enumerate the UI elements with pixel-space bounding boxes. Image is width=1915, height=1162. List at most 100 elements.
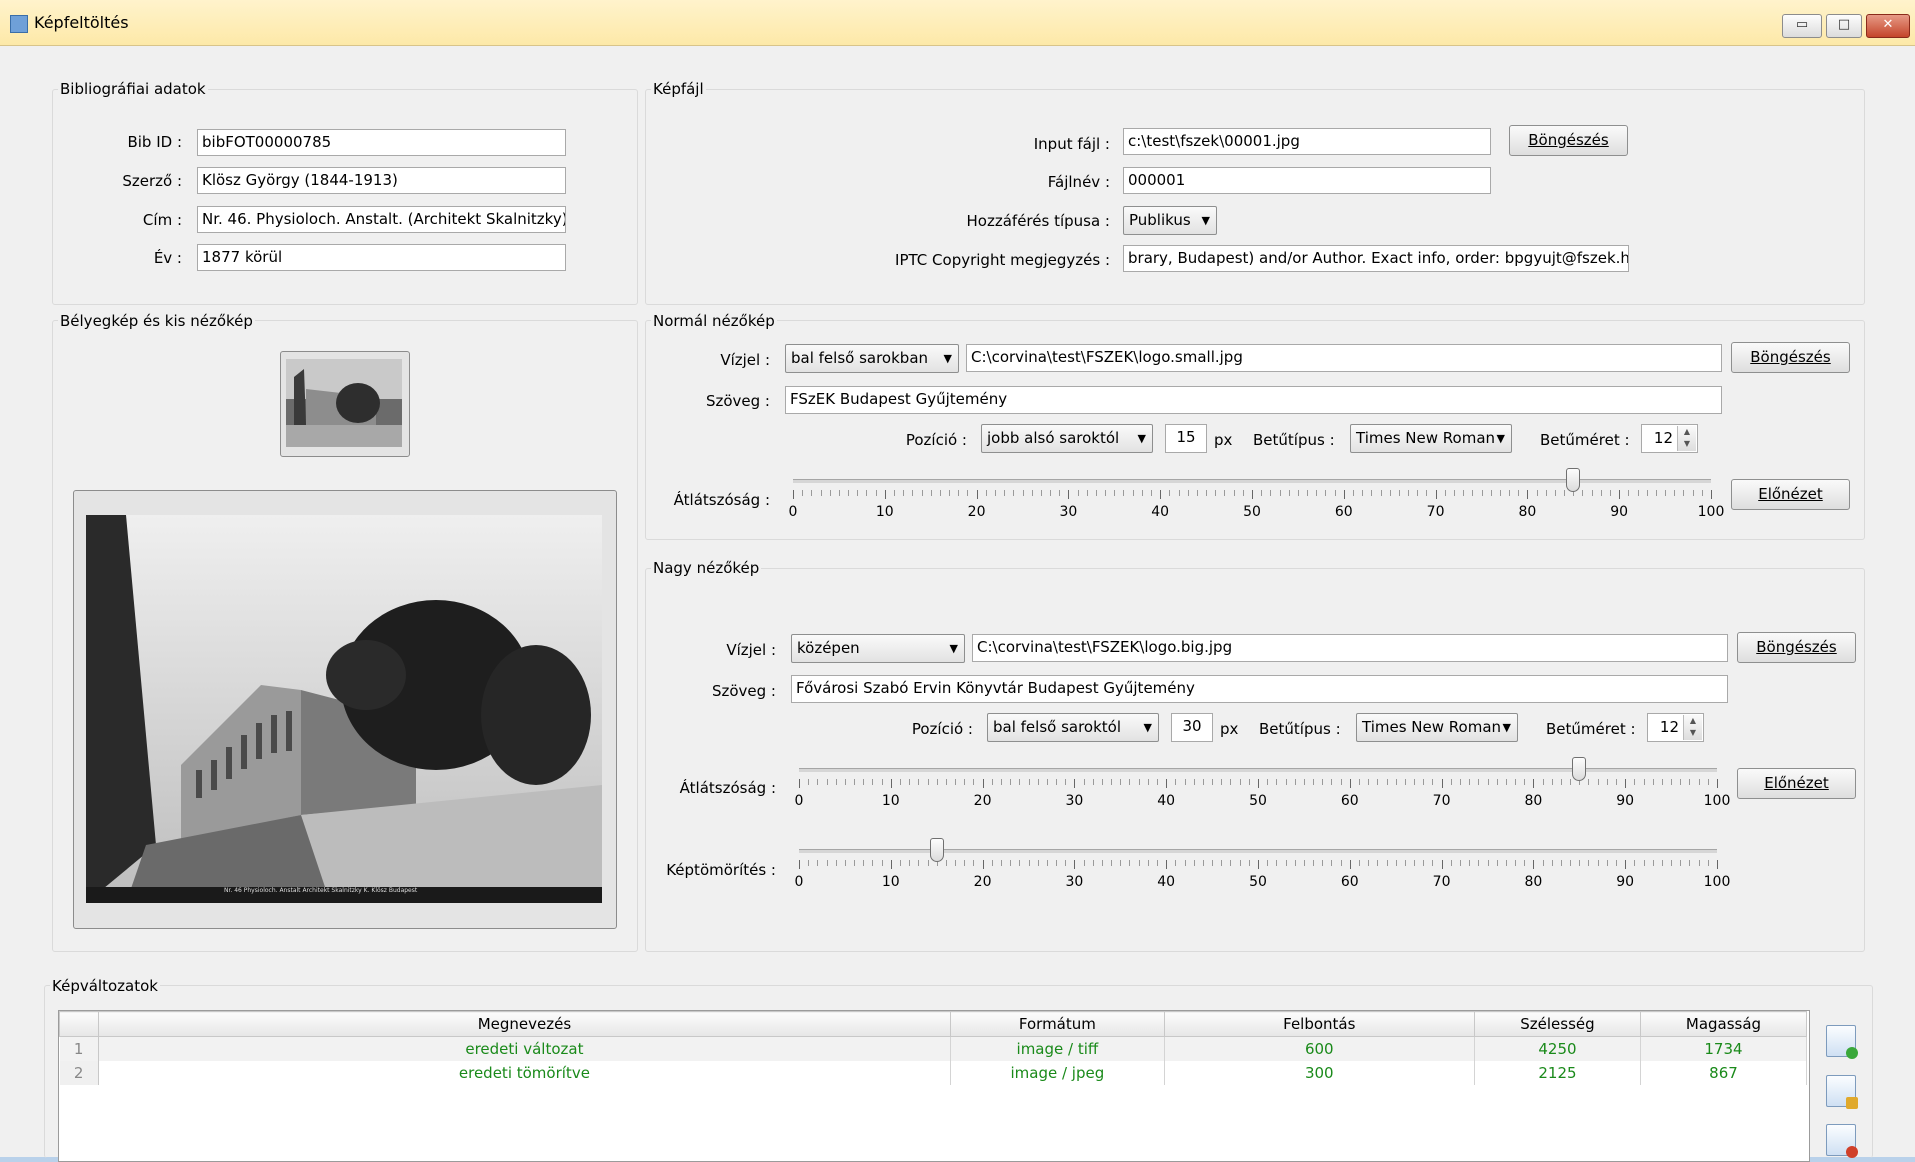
filename-field[interactable]: 000001 (1123, 167, 1491, 194)
close-button[interactable]: ✕ (1866, 14, 1910, 38)
slider-tick-label: 0 (794, 874, 804, 890)
slider-tick (1157, 860, 1159, 866)
large-opacity-slider[interactable]: 0 10 20 30 40 50 60 70 80 90 100 (795, 757, 1730, 817)
bibid-label: Bib ID : (127, 133, 182, 151)
slider-tick (1288, 490, 1290, 496)
compression-slider[interactable]: 0 10 20 30 40 50 60 70 80 90 100 (795, 838, 1730, 898)
slider-tick (1524, 860, 1526, 866)
normal-text-field[interactable]: FSzEK Budapest Gyűjtemény (785, 386, 1722, 414)
slider-tick (1515, 779, 1517, 785)
normal-offset-field[interactable]: 15 (1165, 424, 1207, 453)
normal-preview-button[interactable]: Előnézet (1731, 479, 1850, 510)
file-browse-button[interactable]: Böngészés (1509, 125, 1628, 156)
slider-tick (1101, 779, 1103, 785)
normal-opacity-slider[interactable]: 0 10 20 30 40 50 60 70 80 90 100 (789, 468, 1724, 528)
slider-tick-label: 40 (1157, 874, 1176, 890)
large-preview-button[interactable]: Előnézet (1737, 768, 1856, 799)
table-row[interactable]: 1 eredeti változat image / tiff 600 4250… (59, 1036, 1808, 1061)
cell-height[interactable]: 1734 (1640, 1036, 1808, 1061)
large-text-field[interactable]: Fővárosi Szabó Ervin Könyvtár Budapest G… (791, 675, 1728, 703)
author-field[interactable]: Klösz György (1844-1913) (197, 167, 566, 194)
slider-tick (863, 779, 865, 785)
slider-tick (1040, 490, 1042, 496)
slider-tick-label: 70 (1426, 504, 1445, 520)
slider-tick (820, 490, 822, 496)
title-field[interactable]: Nr. 46. Physioloch. Anstalt. (Architekt … (197, 206, 566, 233)
slider-tick (1533, 779, 1535, 788)
slider-tick (826, 860, 828, 866)
minimize-button[interactable]: ▭ (1782, 14, 1822, 38)
slider-tick (1606, 860, 1608, 866)
slider-thumb[interactable] (929, 838, 944, 862)
large-watermark-select[interactable]: középen ▼ (791, 634, 965, 663)
normal-browse-label: Böngészés (1750, 348, 1831, 366)
edit-variant-icon[interactable] (1826, 1075, 1858, 1109)
slider-tick (1267, 860, 1269, 866)
slider-tick (1450, 860, 1452, 866)
spinner-arrows-icon[interactable]: ▲ ▼ (1683, 715, 1702, 740)
add-variant-icon[interactable] (1826, 1025, 1858, 1059)
slider-thumb[interactable] (1566, 468, 1581, 492)
normal-position-select[interactable]: jobb alsó saroktól ▼ (981, 424, 1153, 453)
spinner-arrows-icon[interactable]: ▲ ▼ (1677, 426, 1696, 451)
slider-tick (1166, 779, 1168, 788)
cell-format[interactable]: image / jpeg (950, 1061, 1165, 1085)
access-type-select[interactable]: Publikus ▼ (1123, 206, 1217, 235)
normal-browse-button[interactable]: Böngészés (1731, 342, 1850, 373)
large-px-label: px (1220, 720, 1239, 738)
large-browse-button[interactable]: Böngészés (1737, 632, 1856, 663)
slider-tick (1680, 860, 1682, 866)
column-header-resolution[interactable]: Felbontás (1163, 1011, 1475, 1037)
slider-tick (1616, 860, 1618, 866)
year-field[interactable]: 1877 körül (197, 244, 566, 271)
cell-name[interactable]: eredeti tömörítve (98, 1061, 952, 1085)
cell-name[interactable]: eredeti változat (98, 1036, 952, 1061)
column-header-format[interactable]: Formátum (950, 1011, 1165, 1037)
slider-tick (1316, 490, 1318, 496)
maximize-button[interactable]: □ (1826, 14, 1862, 38)
normal-watermark-select[interactable]: bal felső sarokban ▼ (785, 344, 959, 373)
iptc-field[interactable]: brary, Budapest) and/or Author. Exact in… (1123, 245, 1629, 272)
chevron-down-icon: ▼ (943, 352, 952, 365)
large-font-select[interactable]: Times New Roman ▼ (1356, 713, 1518, 742)
slider-tick (1459, 779, 1461, 785)
column-header-name[interactable]: Megnevezés (97, 1011, 952, 1037)
slider-tick (1628, 490, 1630, 496)
input-file-field[interactable]: c:\test\fszek\00001.jpg (1123, 128, 1491, 155)
slider-tick (1680, 779, 1682, 785)
slider-tick (1202, 860, 1204, 866)
bibid-field[interactable]: bibFOT00000785 (197, 129, 566, 156)
slider-tick (1120, 779, 1122, 785)
delete-variant-icon[interactable] (1826, 1124, 1858, 1158)
cell-width[interactable]: 2125 (1474, 1061, 1641, 1085)
normal-fontsize-spinner[interactable]: 12 ▲ ▼ (1641, 424, 1698, 453)
slider-tick (1068, 490, 1070, 499)
slider-tick (1050, 490, 1052, 496)
slider-tick (1707, 860, 1709, 866)
cell-width[interactable]: 4250 (1474, 1036, 1641, 1061)
slider-tick (1472, 490, 1474, 496)
table-row[interactable]: 2 eredeti tömörítve image / jpeg 300 212… (59, 1061, 1808, 1085)
large-watermark-path[interactable]: C:\corvina\test\FSZEK\logo.big.jpg (972, 634, 1728, 662)
normal-font-select[interactable]: Times New Roman ▼ (1350, 424, 1512, 453)
large-watermark-value: középen (797, 639, 860, 657)
slider-tick (1432, 779, 1434, 785)
slider-tick (1395, 779, 1397, 785)
column-header-width[interactable]: Szélesség (1473, 1011, 1641, 1037)
column-header-height[interactable]: Magasság (1639, 1011, 1808, 1037)
large-fontsize-spinner[interactable]: 12 ▲ ▼ (1647, 713, 1704, 742)
cell-resolution[interactable]: 600 (1164, 1036, 1475, 1061)
thumbnail-frame[interactable] (280, 351, 410, 457)
cell-format[interactable]: image / tiff (950, 1036, 1165, 1061)
large-position-select[interactable]: bal felső saroktól ▼ (987, 713, 1159, 742)
slider-tick (1056, 860, 1058, 866)
cell-height[interactable]: 867 (1640, 1061, 1808, 1085)
normal-watermark-path[interactable]: C:\corvina\test\FSZEK\logo.small.jpg (966, 344, 1722, 372)
slider-tick (1616, 779, 1618, 785)
cell-resolution[interactable]: 300 (1164, 1061, 1475, 1085)
slider-tick (1509, 490, 1511, 496)
large-offset-field[interactable]: 30 (1171, 713, 1213, 742)
slider-tick (1380, 490, 1382, 496)
slider-tick-label: 90 (1610, 504, 1629, 520)
slider-thumb[interactable] (1572, 757, 1587, 781)
